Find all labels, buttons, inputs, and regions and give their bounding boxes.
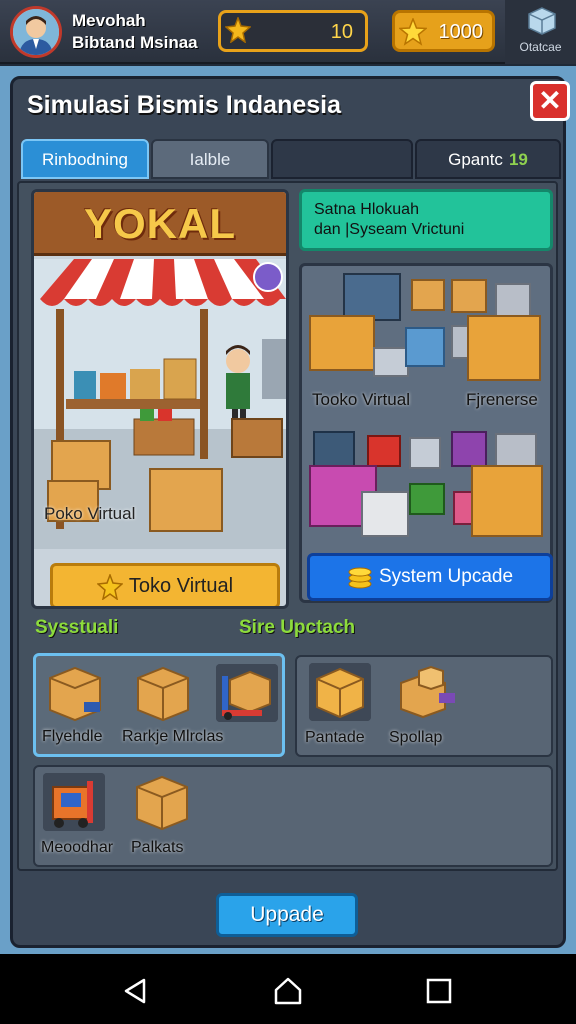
coin-counter[interactable]: 10 bbox=[218, 10, 368, 52]
close-button[interactable]: ✕ bbox=[530, 81, 570, 121]
upgrade-illustration-panel: Tooko Virtual Fjrenerse bbox=[299, 263, 553, 603]
player-name-line2: Bibtand Msinaa bbox=[72, 33, 198, 52]
tab-label: Gpantc bbox=[448, 150, 503, 169]
tab-count: 19 bbox=[508, 150, 528, 169]
simulation-panel: Simulasi Bismis Indanesia ✕ Rinbodning I… bbox=[10, 76, 570, 948]
section-label-right: Sire Upctach bbox=[239, 617, 356, 638]
coin-value: 10 bbox=[330, 21, 353, 43]
box-icon bbox=[309, 663, 371, 721]
virtual-shop-button-label: Toko Virtual bbox=[128, 575, 234, 597]
inventory-group-bottom[interactable]: Meoodhar Palkats bbox=[33, 765, 553, 867]
shop-banner-text: YOKAL bbox=[84, 200, 236, 247]
tab-rinbodning[interactable]: Rinbodning bbox=[21, 139, 149, 179]
item-label-flyehdle: Flyehdle bbox=[42, 728, 103, 745]
box-icon bbox=[137, 666, 189, 722]
system-upgrade-card[interactable]: Satna Hlokuah dan |Syseam Vrictuni Tooko… bbox=[299, 189, 553, 609]
tab-bar: Rinbodning Ialble Gpantc 19 bbox=[21, 139, 561, 179]
virtual-shop-card[interactable]: YOKAL Poko Virtual Toko Virtual bbox=[31, 189, 289, 609]
shop-caption: Poko Virtual bbox=[44, 504, 136, 523]
inventory-group-right[interactable]: Pantade Spollap bbox=[295, 655, 553, 757]
item-label-spollap: Spollap bbox=[389, 729, 443, 746]
virtual-shop-button[interactable]: Toko Virtual bbox=[50, 563, 280, 606]
box-icon bbox=[136, 775, 188, 831]
hand-truck-box-icon bbox=[216, 664, 278, 722]
settings-button[interactable]: Otatcae bbox=[505, 0, 576, 64]
coin-stack-icon bbox=[348, 567, 372, 589]
upgrade-button[interactable]: Uppade bbox=[216, 893, 358, 937]
recent-apps-icon[interactable] bbox=[424, 976, 454, 1006]
tab-empty[interactable] bbox=[271, 139, 413, 179]
box-icon bbox=[49, 666, 101, 722]
star-value: 1000 bbox=[438, 21, 484, 43]
tab-label: Ialble bbox=[189, 150, 231, 169]
gold-coin-icon bbox=[225, 17, 251, 43]
item-label-pantade: Pantade bbox=[305, 729, 365, 746]
player-name: Mevohah Bibtand Msinaa bbox=[72, 10, 222, 54]
upgrade-header: Satna Hlokuah dan |Syseam Vrictuni bbox=[299, 189, 553, 251]
item-label-rarkje: Rarkje Mlrclas bbox=[122, 728, 224, 745]
back-icon[interactable] bbox=[120, 976, 150, 1006]
item-label-palkats: Palkats bbox=[131, 839, 184, 856]
tab-ialble[interactable]: Ialble bbox=[151, 139, 269, 179]
inventory-group-left[interactable]: Flyehdle Rarkje Mlrclas bbox=[33, 653, 285, 757]
system-upgrade-button[interactable]: System Upcade bbox=[307, 553, 553, 601]
item-label-meoodhar: Meoodhar bbox=[41, 839, 114, 856]
crates-illustration bbox=[309, 273, 543, 537]
star-icon bbox=[399, 18, 427, 46]
box-stack-icon bbox=[400, 665, 455, 719]
upgrade-header-line1: Satna Hlokuah bbox=[314, 201, 419, 218]
system-nav-bar bbox=[0, 954, 576, 1024]
top-bar: Mevohah Bibtand Msinaa 10 1000 Otatcae bbox=[0, 0, 576, 64]
upgrade-label-left: Tooko Virtual bbox=[312, 390, 410, 409]
star-counter[interactable]: 1000 bbox=[392, 10, 495, 52]
shop-banner: YOKAL bbox=[34, 192, 286, 256]
home-icon[interactable] bbox=[273, 976, 303, 1006]
tab-gpantc[interactable]: Gpantc 19 bbox=[415, 139, 561, 179]
inventory-box-icon bbox=[528, 7, 556, 35]
player-avatar[interactable] bbox=[10, 6, 62, 58]
coin-icon bbox=[96, 573, 123, 600]
upgrade-label-right: Fjrenerse bbox=[466, 390, 538, 409]
system-upgrade-button-label: System Upcade bbox=[378, 566, 514, 587]
upgrade-header-line2: dan |Syseam Vrictuni bbox=[314, 221, 465, 238]
player-name-line1: Mevohah bbox=[72, 11, 146, 30]
settings-label: Otatcae bbox=[519, 40, 562, 54]
section-label-left: Sysstuali bbox=[35, 617, 119, 638]
content-area: YOKAL Poko Virtual Toko Virtual Satna Hl… bbox=[17, 181, 558, 871]
cart-icon bbox=[43, 773, 105, 831]
tab-label: Rinbodning bbox=[41, 150, 128, 169]
main-frame: Simulasi Bismis Indanesia ✕ Rinbodning I… bbox=[0, 66, 576, 954]
panel-title: Simulasi Bismis Indanesia bbox=[27, 91, 342, 119]
